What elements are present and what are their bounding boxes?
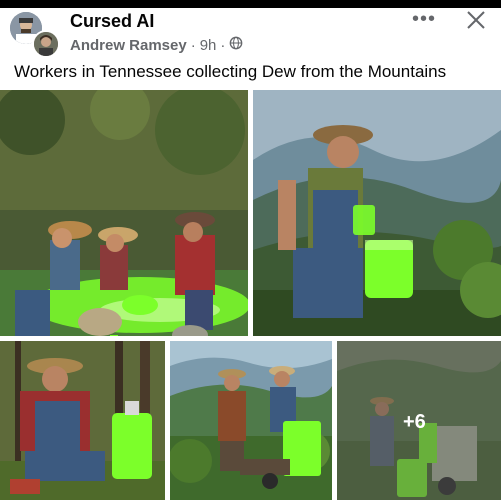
meta-separator: ·: [190, 36, 196, 54]
author-name[interactable]: Andrew Ramsey: [70, 37, 187, 54]
more-horizontal-icon[interactable]: •••: [412, 8, 436, 31]
post-time[interactable]: 9h: [200, 37, 217, 54]
post-caption: Workers in Tennessee collecting Dew from…: [14, 62, 447, 81]
more-photos-count[interactable]: +6: [403, 411, 426, 434]
post-meta: Andrew Ramsey · 9h ·: [70, 36, 243, 54]
photo-two-workers-wheelbarrow[interactable]: [170, 341, 332, 500]
photo-workers-pouring-dew-stream[interactable]: [0, 90, 248, 336]
photo-workers-dew-machine[interactable]: +6: [337, 341, 501, 500]
group-name[interactable]: Cursed AI: [70, 11, 154, 32]
close-icon[interactable]: [464, 8, 488, 32]
avatar-stack[interactable]: [10, 12, 64, 58]
status-bar: [0, 0, 501, 8]
photo-worker-jug-forest[interactable]: [0, 341, 165, 500]
globe-icon: [229, 36, 243, 54]
post-header: Cursed AI Andrew Ramsey · 9h · •••: [0, 8, 501, 60]
author-avatar[interactable]: [32, 30, 60, 58]
meta-separator: ·: [220, 36, 226, 54]
photo-worker-filling-jug-mountain[interactable]: [253, 90, 501, 336]
